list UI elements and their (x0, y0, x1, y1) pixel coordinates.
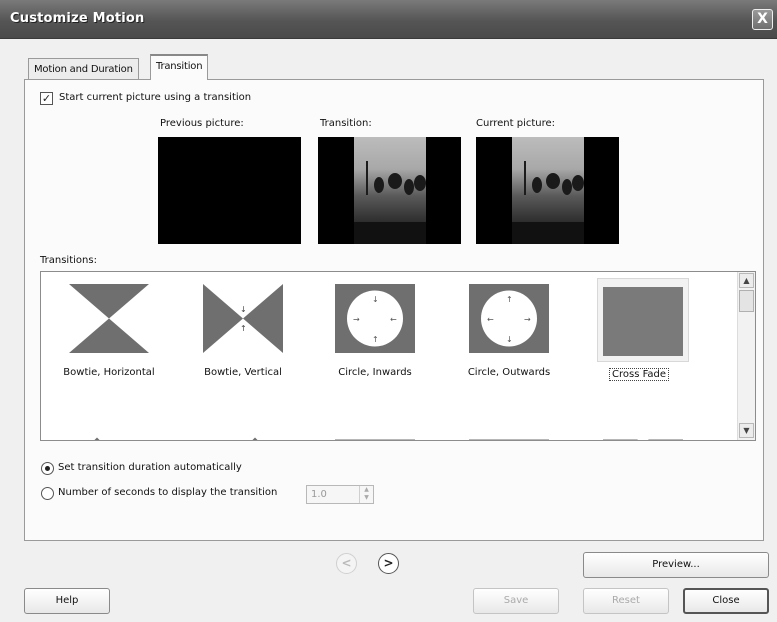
transition-thumb-row2-1[interactable] (67, 409, 151, 440)
svg-text:↑: ↑ (506, 295, 513, 304)
seconds-value: 1.0 (311, 489, 327, 500)
auto-duration-label: Set transition duration automatically (58, 462, 242, 473)
stepper-down-icon[interactable]: ▼ (360, 494, 373, 502)
reset-button[interactable]: Reset (583, 588, 669, 614)
wipe-icon (335, 439, 415, 440)
transition-photo (354, 137, 426, 244)
bowtie-horizontal-icon: → ← (69, 284, 149, 353)
svg-text:←: ← (111, 315, 118, 324)
transition-preview-label: Transition: (320, 118, 372, 129)
svg-text:→: → (353, 315, 360, 324)
bowtie-vertical-icon: ↓ ↑ (203, 284, 283, 353)
svg-text:→: → (99, 315, 106, 324)
diamond-icon (603, 433, 683, 440)
svg-text:→: → (524, 315, 531, 324)
transition-label-bowtie-horizontal[interactable]: Bowtie, Horizontal (49, 367, 169, 378)
diagonal-wipe-icon (94, 437, 100, 440)
scroll-up-icon[interactable]: ▲ (739, 273, 754, 288)
close-window-icon[interactable]: X (752, 9, 773, 30)
window-title: Customize Motion (10, 11, 145, 26)
svg-text:↓: ↓ (372, 295, 379, 304)
transitions-list[interactable]: → ← Bowtie, Horizontal ↓ ↑ Bowtie, Verti… (40, 271, 756, 441)
transition-thumb-row2-5[interactable] (601, 409, 685, 440)
seconds-stepper[interactable]: 1.0 ▲ ▼ (306, 485, 374, 504)
svg-text:↑: ↑ (240, 324, 247, 333)
transition-thumb-circle-outwards[interactable]: ↑ ↓ ← → (467, 282, 551, 355)
current-picture-preview (476, 137, 619, 244)
tab-transition[interactable]: Transition (150, 54, 209, 80)
circle-inwards-icon: ↓ ↑ → ← (335, 284, 415, 353)
seconds-duration-label: Number of seconds to display the transit… (58, 487, 278, 498)
transition-thumb-bowtie-vertical[interactable]: ↓ ↑ (201, 282, 285, 355)
seconds-duration-radio[interactable] (41, 487, 54, 500)
transition-thumb-row2-2[interactable] (201, 409, 285, 440)
transition-preview (318, 137, 461, 244)
transition-thumb-circle-inwards[interactable]: ↓ ↑ → ← (333, 282, 417, 355)
diagonal-wipe-alt-icon (252, 437, 258, 440)
transition-label-bowtie-vertical[interactable]: Bowtie, Vertical (183, 367, 303, 378)
svg-text:←: ← (390, 315, 397, 324)
circle-outwards-icon: ↑ ↓ ← → (469, 284, 549, 353)
scroll-down-icon[interactable]: ▼ (739, 423, 754, 438)
close-button[interactable]: Close (683, 588, 769, 614)
current-picture-label: Current picture: (476, 118, 556, 129)
previous-picture-button[interactable]: < (336, 553, 357, 574)
transition-label-cross-fade[interactable]: Cross Fade (609, 368, 670, 381)
transitions-scrollbar[interactable]: ▲ ▼ (737, 272, 755, 440)
svg-text:↓: ↓ (240, 305, 247, 314)
previous-picture-preview (158, 137, 301, 244)
svg-text:←: ← (487, 315, 494, 324)
transition-thumb-bowtie-horizontal[interactable]: → ← (67, 282, 151, 355)
save-button[interactable]: Save (473, 588, 559, 614)
next-picture-button[interactable]: > (378, 553, 399, 574)
stepper-up-icon[interactable]: ▲ (360, 486, 373, 494)
transition-thumb-cross-fade[interactable] (597, 278, 689, 362)
auto-duration-radio[interactable] (41, 462, 54, 475)
start-transition-label: Start current picture using a transition (59, 92, 252, 103)
transitions-label: Transitions: (40, 255, 97, 266)
cross-fade-icon (603, 287, 683, 356)
transition-label-circle-outwards[interactable]: Circle, Outwards (449, 367, 569, 378)
start-transition-checkbox[interactable]: ✓ (40, 92, 53, 105)
help-button[interactable]: Help (24, 588, 110, 614)
preview-button[interactable]: Preview... (583, 552, 769, 578)
previous-picture-label: Previous picture: (160, 118, 244, 129)
svg-text:↓: ↓ (506, 335, 513, 344)
stepper-arrows[interactable]: ▲ ▼ (359, 486, 373, 503)
transition-thumb-row2-4[interactable] (467, 409, 551, 440)
scroll-thumb[interactable] (739, 290, 754, 312)
tab-motion-and-duration[interactable]: Motion and Duration (28, 58, 139, 80)
transition-thumb-row2-3[interactable] (333, 409, 417, 440)
transition-label-circle-inwards[interactable]: Circle, Inwards (315, 367, 435, 378)
current-photo (512, 137, 584, 244)
wipe-alt-icon (469, 439, 549, 440)
svg-text:↑: ↑ (372, 335, 379, 344)
title-bar: Customize Motion X (0, 0, 777, 39)
